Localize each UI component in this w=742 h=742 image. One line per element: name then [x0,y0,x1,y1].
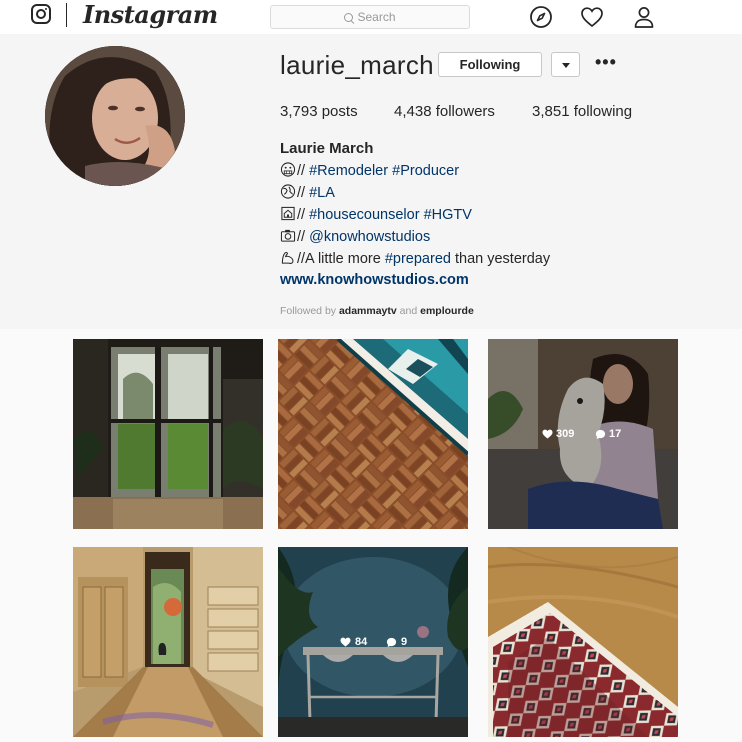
more-options-icon[interactable]: ••• [595,53,617,71]
like-heart-icon [542,429,553,439]
grid-post-french-doors[interactable] [73,339,263,529]
hashtag-link[interactable]: #housecounselor [309,207,419,223]
profile-avatar[interactable] [45,46,185,186]
posts-stat: 3,793 posts [280,103,358,120]
hashtag-link[interactable]: #HGTV [424,207,472,223]
search-placeholder: Search [357,10,396,24]
explore-compass-icon[interactable] [529,5,553,29]
posts-count: 3,793 [280,103,318,120]
bio-line-shows: // #housecounselor #HGTV [280,206,472,223]
hashtag-link[interactable]: #LA [309,185,335,201]
house-frame-emoji-icon [281,206,295,221]
grid-post-parquet-floor[interactable] [278,339,468,529]
likes-count-overlay: 309 [542,428,574,440]
following-label: following [573,103,633,120]
post-hover-overlay [278,547,468,737]
grid-post-woman-with-dog[interactable]: 309 17 [488,339,678,529]
search-icon [344,13,354,22]
hashtag-link[interactable]: #Producer [392,163,459,179]
grid-post-blue-wall-sink[interactable]: 84 9 [278,547,468,737]
profile-person-icon[interactable] [632,5,656,29]
comment-bubble-icon [595,429,606,439]
following-stat[interactable]: 3,851 following [532,103,632,120]
activity-heart-icon[interactable] [580,5,604,29]
bio-line-studio: // @knowhowstudios [280,228,430,245]
like-heart-icon [340,637,351,647]
follower-username-link[interactable]: adammaytv [339,305,397,317]
profile-full-name: Laurie March [280,140,374,157]
globe-emoji-icon [280,184,296,199]
likes-count-overlay: 84 [340,636,367,648]
followers-label: followers [435,103,495,120]
comments-count-overlay: 9 [386,636,407,648]
camera-emoji-icon [280,229,296,242]
bio-line-location: // #LA [280,184,335,201]
logo-divider [66,3,67,27]
following-button[interactable]: Following [438,52,542,77]
hashtag-link[interactable]: #prepared [385,251,451,267]
grid-post-kilim-rug[interactable] [488,547,678,737]
hashtag-link[interactable]: #Remodeler [309,163,388,179]
following-count: 3,851 [532,103,570,120]
suggestions-dropdown-button[interactable] [551,52,580,77]
profile-username: laurie_march [280,50,434,80]
post-hover-overlay [488,339,678,529]
profile-website-link[interactable]: www.knowhowstudios.com [280,272,469,288]
posts-label: posts [321,103,358,120]
instagram-camera-logo-icon[interactable] [31,4,51,24]
search-input[interactable]: Search [270,5,470,29]
follower-username-link[interactable]: emplourde [420,305,474,317]
followed-by-text: Followed by adammaytv and emplourde [280,305,474,317]
instagram-wordmark[interactable]: Instagram [83,0,218,29]
comments-count-overlay: 17 [595,428,621,440]
bio-line-roles: // #Remodeler #Producer [280,162,459,179]
comment-bubble-icon [386,637,397,647]
followers-count: 4,438 [394,103,432,120]
top-nav-bar: Instagram Search [0,0,742,34]
mention-link[interactable]: @knowhowstudios [309,229,430,245]
grimace-emoji-icon [280,162,296,177]
followers-stat[interactable]: 4,438 followers [394,103,495,120]
grid-post-hallway-cabinets[interactable] [73,547,263,737]
bio-line-motto: //A little more #prepared than yesterday [280,250,550,267]
flexed-arm-emoji-icon [281,251,294,264]
